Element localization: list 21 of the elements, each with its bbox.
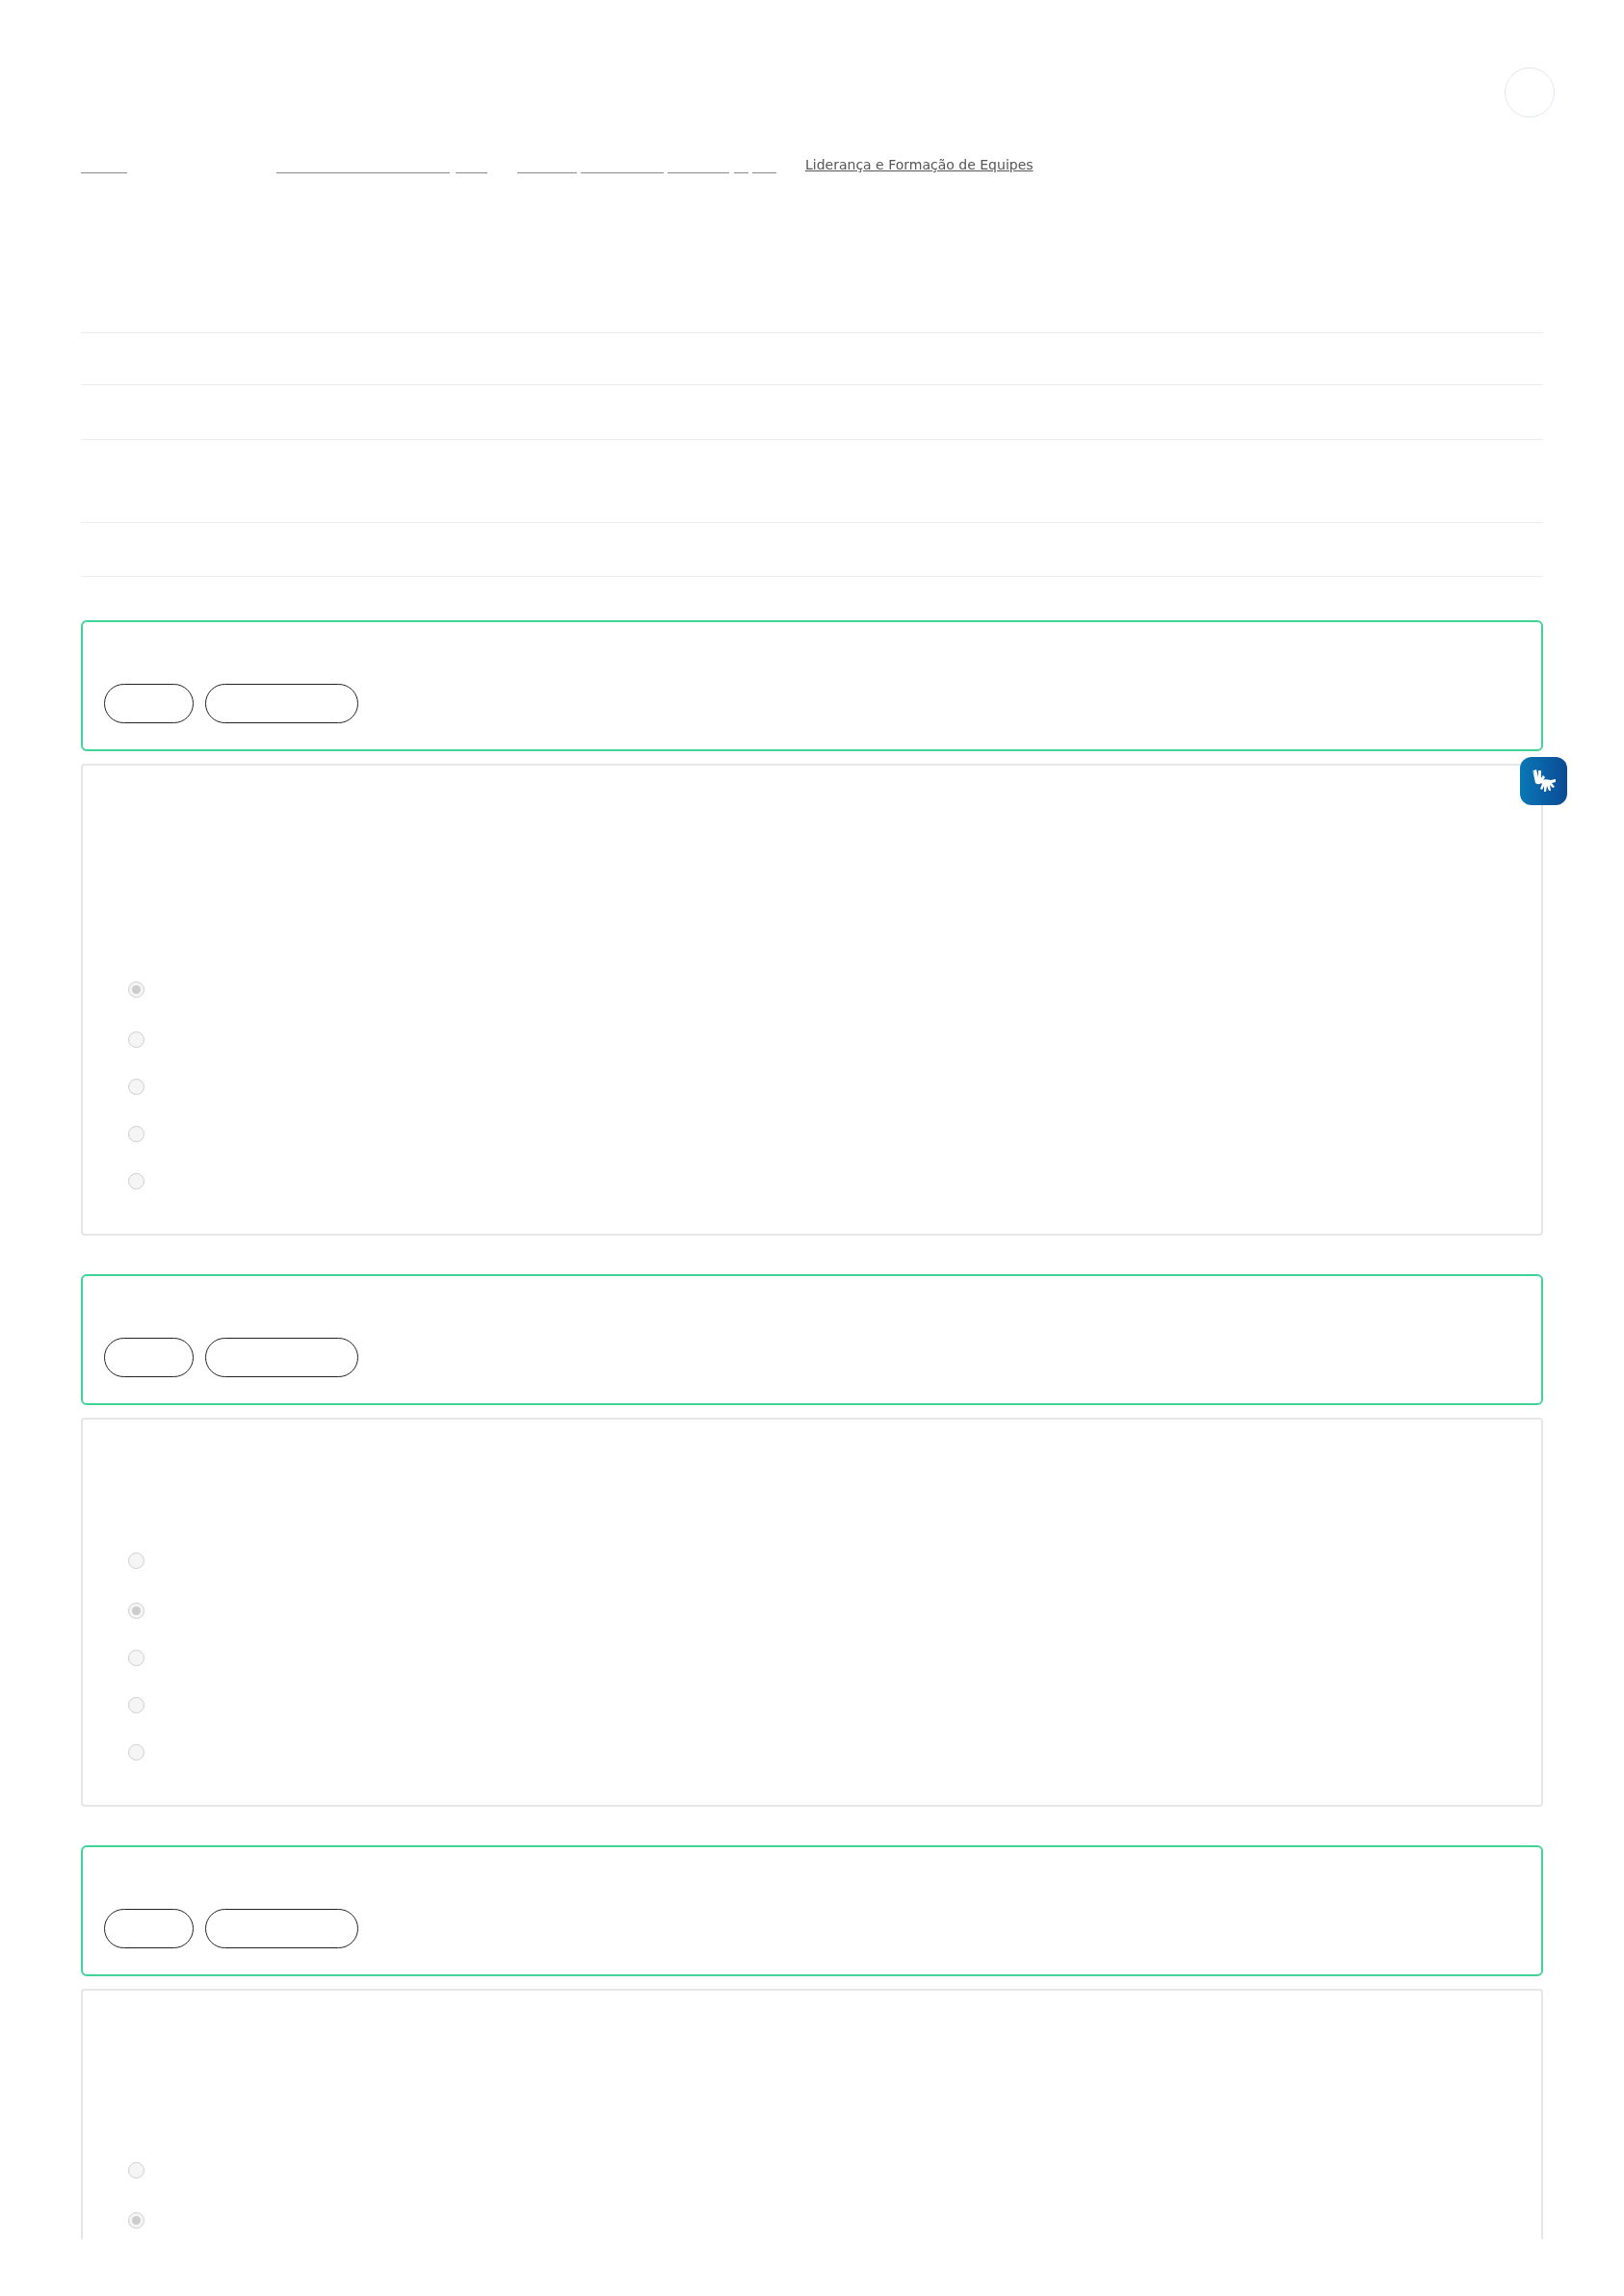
radio-button[interactable] [128, 981, 144, 998]
tag-pill[interactable] [205, 1338, 358, 1377]
radio-button[interactable] [128, 1126, 144, 1142]
round-button[interactable] [1505, 67, 1555, 117]
tag-pill[interactable] [205, 684, 358, 723]
tag-pill[interactable] [104, 684, 194, 723]
radio-button[interactable] [128, 1650, 144, 1666]
radio-button[interactable] [128, 1552, 144, 1569]
radio-button[interactable] [128, 1173, 144, 1189]
accessibility-button[interactable] [1520, 757, 1567, 805]
radio-button[interactable] [128, 1079, 144, 1095]
radio-button[interactable] [128, 1031, 144, 1048]
radio-button[interactable] [128, 1744, 144, 1761]
radio-button[interactable] [128, 1697, 144, 1713]
tag-pill[interactable] [104, 1338, 194, 1377]
breadcrumb-link[interactable]: Liderança e Formação de Equipes [805, 156, 1034, 173]
radio-button[interactable] [128, 2212, 144, 2229]
tag-pill[interactable] [104, 1909, 194, 1948]
radio-button[interactable] [128, 2162, 144, 2179]
radio-button[interactable] [128, 1603, 144, 1619]
tag-pill[interactable] [205, 1909, 358, 1948]
